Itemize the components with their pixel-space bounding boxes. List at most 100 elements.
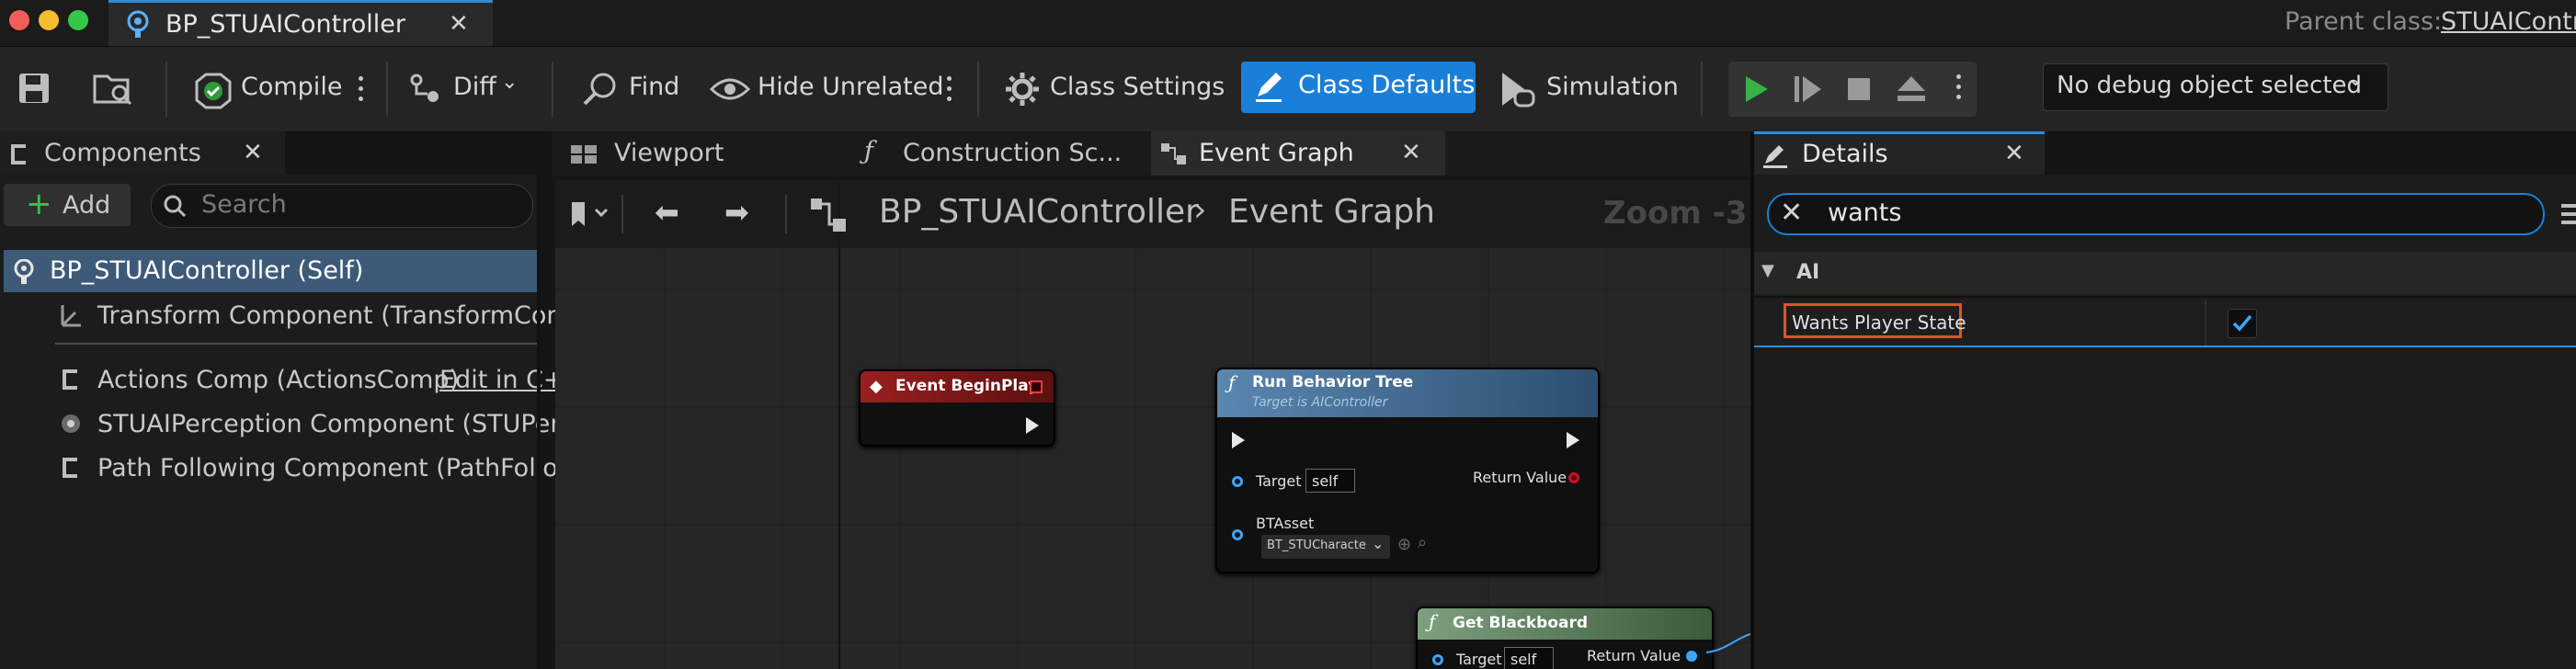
- back-arrow-icon[interactable]: ⬅: [655, 195, 679, 230]
- stop-icon[interactable]: [1846, 76, 1872, 102]
- find-button[interactable]: Find: [581, 63, 691, 115]
- close-tab-icon[interactable]: ✕: [2004, 140, 2024, 167]
- btasset-pin[interactable]: [1232, 529, 1243, 540]
- exec-out-pin[interactable]: [1567, 432, 1579, 448]
- list-item-perception[interactable]: STUAIPerception Component (STUPerce: [4, 403, 588, 445]
- components-panel: + Add Search BP_STUAIController (Self) T…: [0, 175, 588, 669]
- event-graph-canvas[interactable]: ⬅ ➡ BP_STUAIController › Event Graph Zoo…: [555, 180, 1750, 669]
- list-item-transform[interactable]: Transform Component (TransformComp: [4, 294, 587, 336]
- close-tab-icon[interactable]: ✕: [243, 139, 263, 166]
- compile-options-button[interactable]: [359, 76, 363, 107]
- compile-button[interactable]: Compile: [193, 63, 342, 115]
- exec-out-pin[interactable]: [1026, 417, 1039, 434]
- function-icon: ƒ: [864, 137, 873, 165]
- target-input[interactable]: self: [1305, 469, 1355, 493]
- tab-event-graph[interactable]: Event Graph ✕: [1151, 131, 1445, 176]
- delegate-pin[interactable]: [1030, 380, 1043, 393]
- node-title: Event BeginPlay: [895, 377, 1039, 395]
- node-header: ƒ Run Behavior Tree Target is AIControll…: [1217, 369, 1598, 417]
- close-window-button[interactable]: [9, 10, 29, 30]
- edit-in-cpp-link[interactable]: Edit in C+: [439, 366, 564, 394]
- hide-unrelated-button[interactable]: Hide Unrelated: [710, 63, 944, 115]
- list-item-label: Path Following Component (PathFollowi: [97, 454, 586, 482]
- node-get-blackboard[interactable]: ƒ Get Blackboard Target self Return Valu…: [1416, 607, 1714, 669]
- forward-arrow-icon[interactable]: ➡: [724, 195, 749, 230]
- graph-icon: [811, 198, 846, 232]
- wire: [1706, 633, 1750, 653]
- search-value: wants: [1828, 198, 1902, 227]
- find-options-button[interactable]: [947, 76, 952, 107]
- class-settings-button[interactable]: Class Settings: [1004, 63, 1225, 115]
- parent-class-link[interactable]: STUAIController: [2441, 7, 2576, 36]
- maximize-window-button[interactable]: [68, 10, 88, 30]
- target-input[interactable]: self: [1504, 647, 1554, 669]
- list-item-label: STUAIPerception Component (STUPerce: [97, 410, 589, 438]
- blueprint-icon: [127, 10, 149, 38]
- breadcrumb-root[interactable]: BP_STUAIController: [879, 193, 1199, 231]
- breadcrumb-leaf[interactable]: Event Graph: [1228, 193, 1435, 231]
- browse-asset-icon[interactable]: ⌕: [1418, 533, 1427, 552]
- list-item-label: BP_STUAIController (Self): [50, 256, 364, 285]
- tab-viewport[interactable]: Viewport: [561, 131, 837, 176]
- wants-player-state-checkbox[interactable]: [2228, 309, 2257, 338]
- btasset-label: BTAsset: [1256, 515, 1315, 532]
- find-icon: [583, 73, 616, 106]
- parent-class-label: Parent class:: [2285, 7, 2443, 36]
- return-value-label: Return Value: [1587, 647, 1681, 664]
- components-tab-title: Components: [44, 139, 201, 167]
- node-run-behavior-tree[interactable]: ƒ Run Behavior Tree Target is AIControll…: [1215, 368, 1600, 573]
- components-search-input[interactable]: Search: [151, 184, 533, 228]
- play-options-button[interactable]: [1956, 74, 1961, 105]
- class-defaults-label: Class Defaults: [1298, 71, 1476, 99]
- tab-label: Viewport: [614, 139, 724, 167]
- clear-search-icon[interactable]: ✕: [1780, 197, 1803, 229]
- return-value-pin[interactable]: [1686, 651, 1697, 662]
- target-pin[interactable]: [1232, 476, 1243, 487]
- minimize-window-button[interactable]: [39, 10, 59, 30]
- search-placeholder: Search: [201, 190, 287, 219]
- transform-icon: [61, 305, 81, 327]
- target-value: self: [1312, 472, 1339, 490]
- target-pin[interactable]: [1432, 654, 1443, 665]
- browse-icon[interactable]: [92, 69, 134, 108]
- event-icon: ◆: [870, 377, 883, 396]
- simulation-button[interactable]: Simulation: [1499, 63, 1682, 115]
- graph-icon: [1161, 143, 1186, 164]
- close-tab-icon[interactable]: ✕: [1401, 139, 1421, 166]
- diff-button[interactable]: Diff ⌄: [409, 63, 529, 115]
- function-icon: ƒ: [1228, 371, 1236, 393]
- title-bar: BP_STUAIController ✕ Parent class: STUAI…: [0, 0, 2576, 47]
- eject-icon[interactable]: [1896, 74, 1927, 104]
- debug-object-dropdown[interactable]: No debug object selected ⌄: [2043, 63, 2388, 111]
- close-tab-icon[interactable]: ✕: [449, 10, 469, 38]
- function-icon: ƒ: [1429, 610, 1436, 632]
- component-icon: [63, 458, 77, 478]
- list-item-path-following[interactable]: Path Following Component (PathFollowi: [4, 447, 585, 489]
- exec-in-pin[interactable]: [1232, 432, 1245, 448]
- list-item-actions-comp[interactable]: Actions Comp (ActionsComp) Edit in C+: [4, 358, 564, 401]
- document-tab[interactable]: BP_STUAIController ✕: [108, 0, 493, 46]
- play-icon[interactable]: [1743, 74, 1771, 104]
- graph-breadcrumb-bar: ⬅ ➡ BP_STUAIController › Event Graph Zoo…: [555, 180, 1750, 248]
- components-tab[interactable]: Components ✕: [0, 131, 285, 176]
- save-icon[interactable]: [17, 71, 51, 106]
- details-search-input[interactable]: ✕ wants: [1767, 193, 2545, 235]
- return-value-pin[interactable]: [1568, 472, 1579, 483]
- add-component-button[interactable]: + Add: [4, 184, 131, 226]
- btasset-dropdown[interactable]: BT_STUCharactе ⌄: [1261, 535, 1390, 559]
- panel-splitter[interactable]: [537, 175, 541, 669]
- zoom-level: Zoom -3: [1603, 195, 1748, 232]
- class-defaults-button[interactable]: Class Defaults: [1241, 62, 1476, 113]
- list-item-self[interactable]: BP_STUAIController (Self): [4, 250, 537, 292]
- editor-tab-bar: Viewport ƒ Construction Sc... Event Grap…: [552, 131, 1750, 176]
- step-forward-icon[interactable]: [1793, 74, 1824, 104]
- details-tab[interactable]: Details ✕: [1754, 131, 2045, 176]
- node-header: ƒ Get Blackboard: [1418, 608, 1712, 640]
- view-options-icon[interactable]: [2559, 202, 2576, 226]
- node-event-beginplay[interactable]: ◆ Event BeginPlay: [859, 369, 1055, 447]
- tab-construction-script[interactable]: ƒ Construction Sc...: [855, 131, 1149, 176]
- node-subtitle: Target is AIController: [1252, 395, 1388, 410]
- use-asset-icon[interactable]: ⊕: [1397, 535, 1411, 554]
- category-ai[interactable]: ▼ AI: [1754, 252, 2576, 294]
- bookmark-icon[interactable]: [564, 200, 610, 228]
